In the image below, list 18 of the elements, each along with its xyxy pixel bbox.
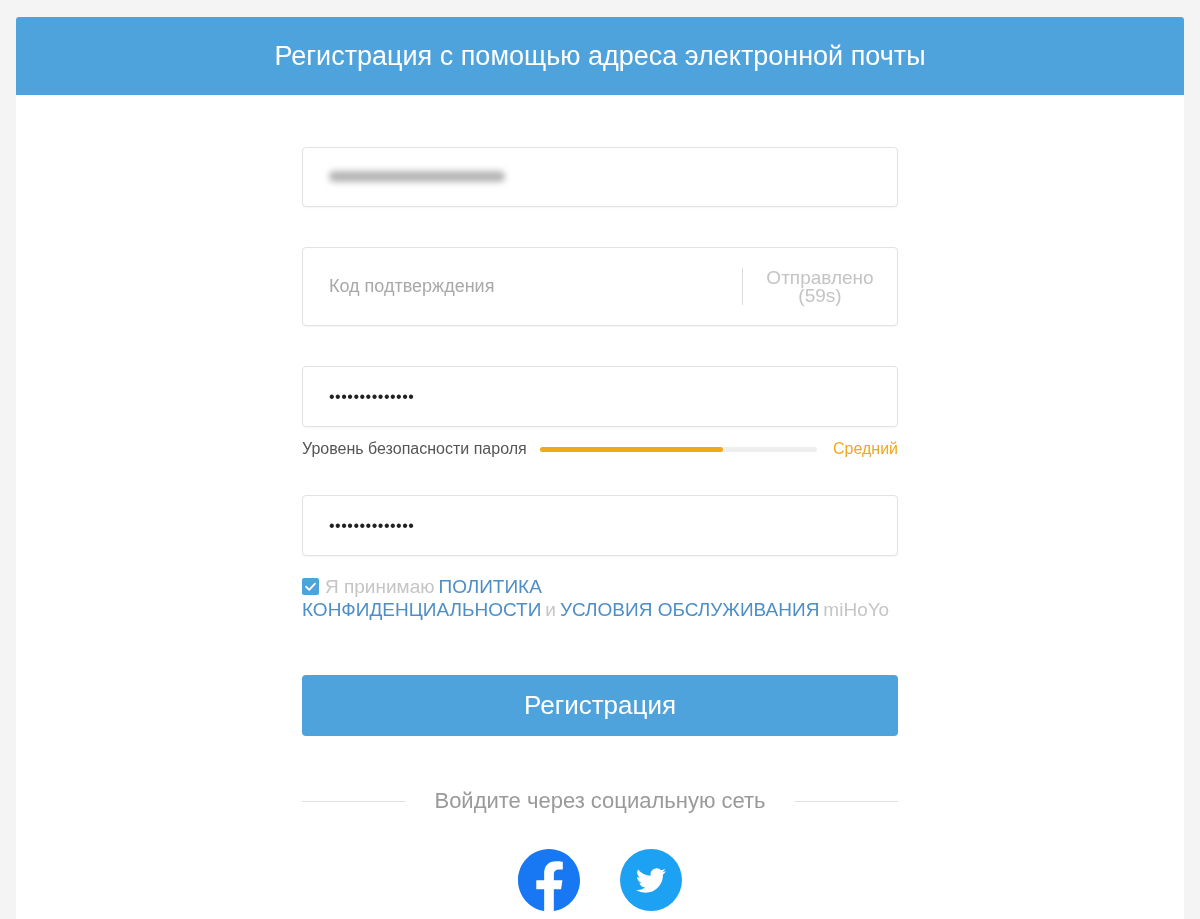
resend-code-button[interactable]: Отправлено (59s)	[742, 247, 898, 326]
terms-link[interactable]: ПОЛИТИКА	[438, 575, 542, 598]
checkbox[interactable]	[302, 578, 319, 595]
twitter-bird-icon[interactable]	[620, 849, 682, 911]
terms-link[interactable]: КОНФИДЕНЦИАЛЬНОСТИ	[302, 598, 542, 621]
social-login-label: Войдите через социальную сеть	[434, 788, 766, 814]
strength-rating: Средний	[832, 440, 898, 458]
strength-label: Уровень безопасности пароля	[302, 440, 527, 458]
terms-text: miHoYo	[823, 598, 890, 621]
terms-link[interactable]: УСЛОВИЯ ОБСЛУЖИВАНИЯ	[559, 598, 820, 621]
terms-text: и	[545, 598, 556, 621]
confirm-password-field[interactable]: ••••••••••••••	[302, 495, 898, 556]
facebook-icon[interactable]	[518, 849, 580, 911]
terms-text: Я принимаю	[325, 575, 435, 598]
header-title: Регистрация с помощью адреса электронной почты	[274, 40, 926, 72]
register-button[interactable]: Регистрация	[302, 675, 898, 736]
password-field[interactable]: ••••••••••••••	[302, 366, 898, 427]
email-field[interactable]	[302, 147, 898, 207]
